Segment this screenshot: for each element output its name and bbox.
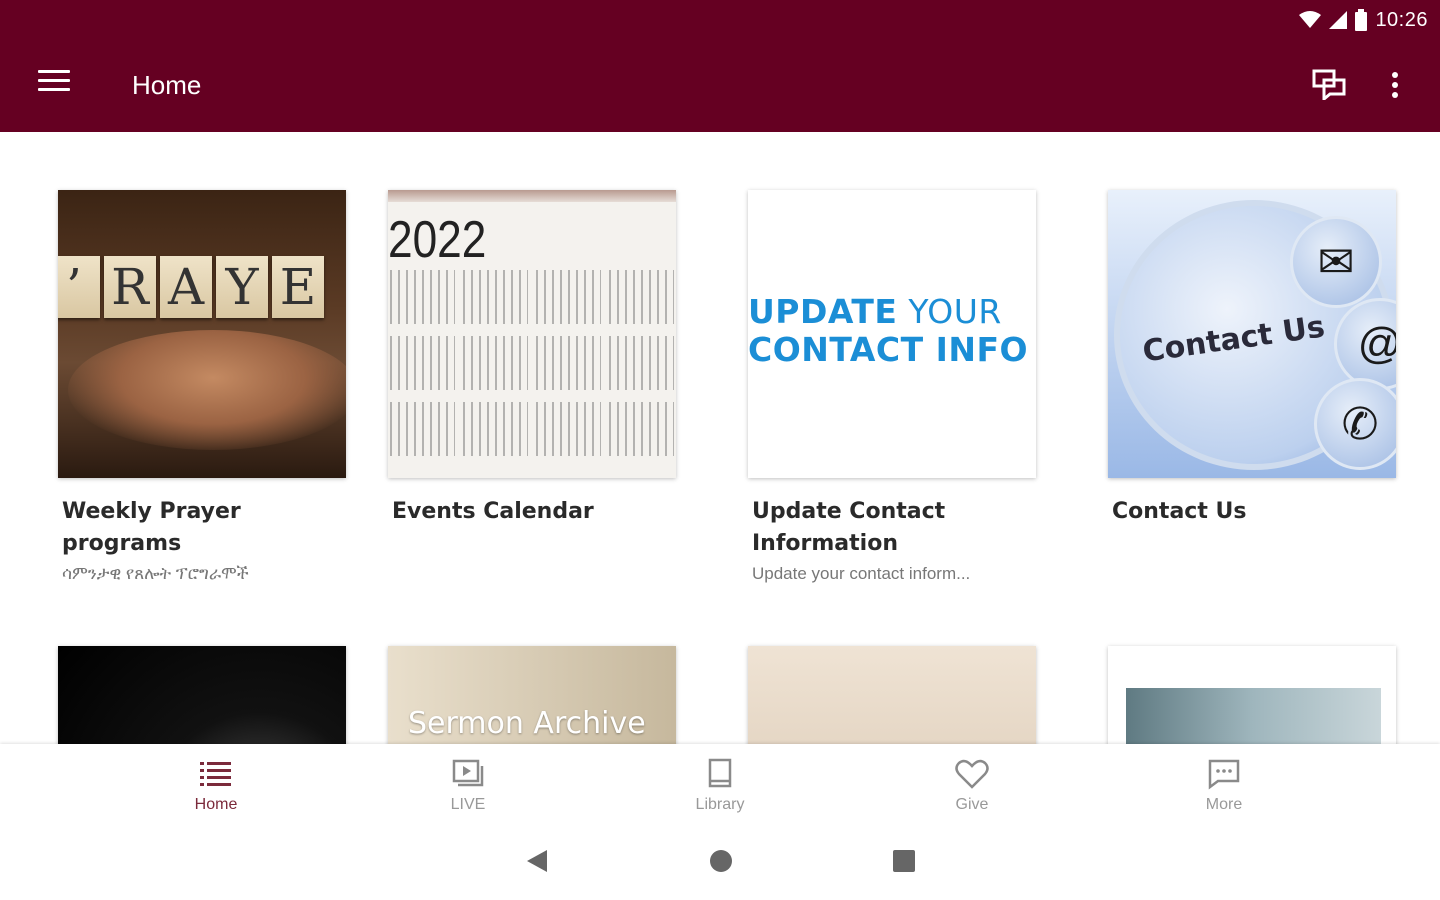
nav-label: Give	[955, 796, 989, 813]
dot	[1392, 82, 1398, 88]
system-navigation	[0, 822, 1440, 900]
dot	[1392, 92, 1398, 98]
card-row2-4[interactable]	[1108, 646, 1398, 744]
phone-icon: ✆	[1314, 378, 1396, 470]
signal-icon	[1329, 11, 1348, 29]
recents-icon[interactable]	[893, 850, 915, 872]
calendar-image: 2022	[388, 190, 676, 478]
dark-image	[58, 646, 346, 744]
month	[390, 270, 455, 324]
letter-tiles: ’ R A Y E	[58, 256, 324, 318]
back-icon[interactable]	[525, 848, 549, 874]
month	[390, 336, 455, 390]
list-icon	[200, 762, 231, 786]
status-bar: 10:26	[1299, 6, 1428, 34]
month	[463, 270, 528, 324]
hand-image	[748, 646, 1036, 744]
nav-library[interactable]: Library	[650, 744, 790, 822]
tile: R	[104, 256, 156, 318]
month	[536, 336, 601, 390]
card-subtitle: ሳምንታዊ የጸሎት ፕሮግራሞች	[62, 564, 249, 583]
nav-label: Home	[194, 796, 238, 813]
card-weekly-prayer[interactable]: ’ R A Y E Weekly Prayer programs ሳምንታዊ የ…	[58, 190, 348, 584]
overflow-menu-button[interactable]	[1380, 68, 1410, 102]
sermon-text: Sermon Archive	[408, 706, 646, 741]
nav-label: LIVE	[450, 796, 486, 813]
month	[463, 336, 528, 390]
mail-icon: ✉	[1290, 216, 1382, 308]
nav-label: Library	[695, 796, 745, 813]
app-bar: 10:26 Home	[0, 0, 1440, 132]
card-title: Update Contact Information	[752, 499, 946, 556]
nav-live[interactable]: LIVE	[398, 744, 538, 822]
calendar-band	[388, 190, 676, 202]
hamburger-line	[38, 79, 70, 82]
hands-graphic	[68, 330, 346, 450]
month	[609, 270, 674, 324]
nav-give[interactable]: Give	[902, 744, 1042, 822]
update-bold: UPDATE	[748, 292, 898, 331]
card-contact-us[interactable]: Contact Us ✉ @ ✆ Contact Us	[1108, 190, 1398, 528]
card-title: Weekly Prayer programs	[62, 499, 241, 556]
card-title: Contact Us	[1112, 499, 1247, 524]
tile: E	[272, 256, 324, 318]
calendar-months	[388, 270, 676, 456]
sermon-image: Sermon Archive	[388, 646, 676, 744]
tile: ’	[58, 256, 100, 318]
content-grid: ’ R A Y E Weekly Prayer programs ሳምንታዊ የ…	[0, 132, 1440, 744]
nav-label: More	[1205, 796, 1243, 813]
prayer-image: ’ R A Y E	[58, 190, 346, 478]
month	[609, 402, 674, 456]
tile: A	[160, 256, 212, 318]
chat-bubble-icon	[1208, 759, 1240, 790]
card-title: Events Calendar	[392, 499, 594, 524]
update-graphic-line2: CONTACT INFO	[748, 330, 1029, 369]
card-row2-1[interactable]	[58, 646, 348, 744]
nav-home[interactable]: Home	[146, 744, 286, 822]
hamburger-line	[38, 88, 70, 91]
card-row2-3[interactable]	[748, 646, 1038, 744]
month	[463, 402, 528, 456]
month	[536, 270, 601, 324]
home-circle-icon[interactable]	[709, 849, 733, 873]
more-vert-icon	[1392, 72, 1398, 78]
sky-image	[1108, 646, 1396, 744]
book-icon	[708, 758, 732, 788]
battery-icon	[1355, 9, 1368, 31]
month	[609, 336, 674, 390]
hamburger-icon	[38, 70, 70, 73]
chat-button[interactable]	[1312, 68, 1352, 103]
chat-icon	[1312, 69, 1346, 103]
update-light: YOUR	[897, 292, 1002, 331]
page-title: Home	[132, 70, 202, 100]
update-graphic-line1: UPDATE YOUR	[748, 292, 1002, 331]
card-subtitle: Update your contact inform...	[752, 564, 971, 583]
sky-graphic	[1126, 688, 1381, 744]
wifi-icon	[1299, 11, 1322, 28]
menu-button[interactable]	[38, 70, 70, 96]
heart-icon	[955, 759, 989, 789]
bottom-navigation: Home LIVE Library Give More	[0, 744, 1440, 822]
card-sermon-archive[interactable]: Sermon Archive	[388, 646, 678, 744]
tile: Y	[216, 256, 268, 318]
nav-more[interactable]: More	[1154, 744, 1294, 822]
month	[390, 402, 455, 456]
card-update-contact[interactable]: UPDATE YOUR CONTACT INFO Update Contact …	[748, 190, 1038, 584]
calendar-year: 2022	[388, 211, 487, 269]
contact-us-image: Contact Us ✉ @ ✆	[1108, 190, 1396, 478]
clock: 10:26	[1375, 8, 1428, 31]
video-icon	[452, 759, 484, 787]
update-contact-image: UPDATE YOUR CONTACT INFO	[748, 190, 1036, 478]
month	[536, 402, 601, 456]
card-events-calendar[interactable]: 2022 Events Calendar	[388, 190, 678, 528]
